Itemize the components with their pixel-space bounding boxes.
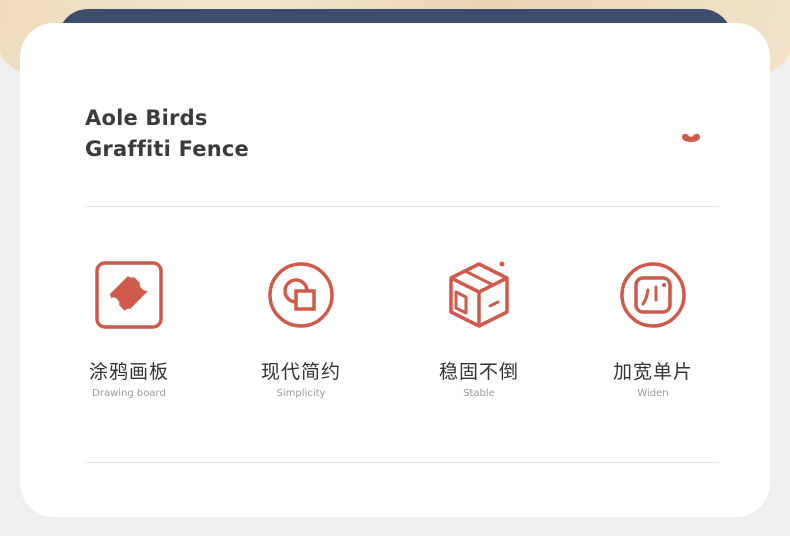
product-title: Aole Birds Graffiti Fence — [85, 103, 249, 165]
feature-title-cn: 涂鸦画板 — [88, 361, 169, 383]
feature-title-en: Stable — [463, 388, 495, 399]
feature-title-en: Widen — [637, 388, 669, 399]
feature-title-en: Drawing board — [92, 388, 166, 399]
feature-title-cn: 现代简约 — [260, 361, 341, 383]
overlapping-shapes-icon — [268, 262, 334, 328]
feature-simplicity: 现代简约 Simplicity — [216, 258, 386, 400]
feature-title-cn: 加宽单片 — [612, 361, 693, 383]
cube-icon — [449, 261, 509, 328]
feature-widen: 加宽单片 Widen — [568, 258, 738, 400]
drawing-board-icon — [95, 261, 163, 329]
bottom-divider — [85, 462, 719, 463]
feature-stable: 稳固不倒 Stable — [394, 258, 564, 400]
info-card: Aole Birds Graffiti Fence 涂鸦画板 Drawing b… — [20, 23, 770, 517]
feature-title-cn: 稳固不倒 — [438, 361, 519, 383]
widen-panel-icon — [620, 262, 686, 328]
heart-icon — [682, 133, 700, 142]
feature-drawing-board: 涂鸦画板 Drawing board — [44, 258, 214, 400]
top-divider — [85, 206, 719, 207]
feature-title-en: Simplicity — [276, 388, 326, 399]
title-line-1: Aole Birds — [85, 106, 208, 130]
title-line-2: Graffiti Fence — [85, 137, 249, 161]
